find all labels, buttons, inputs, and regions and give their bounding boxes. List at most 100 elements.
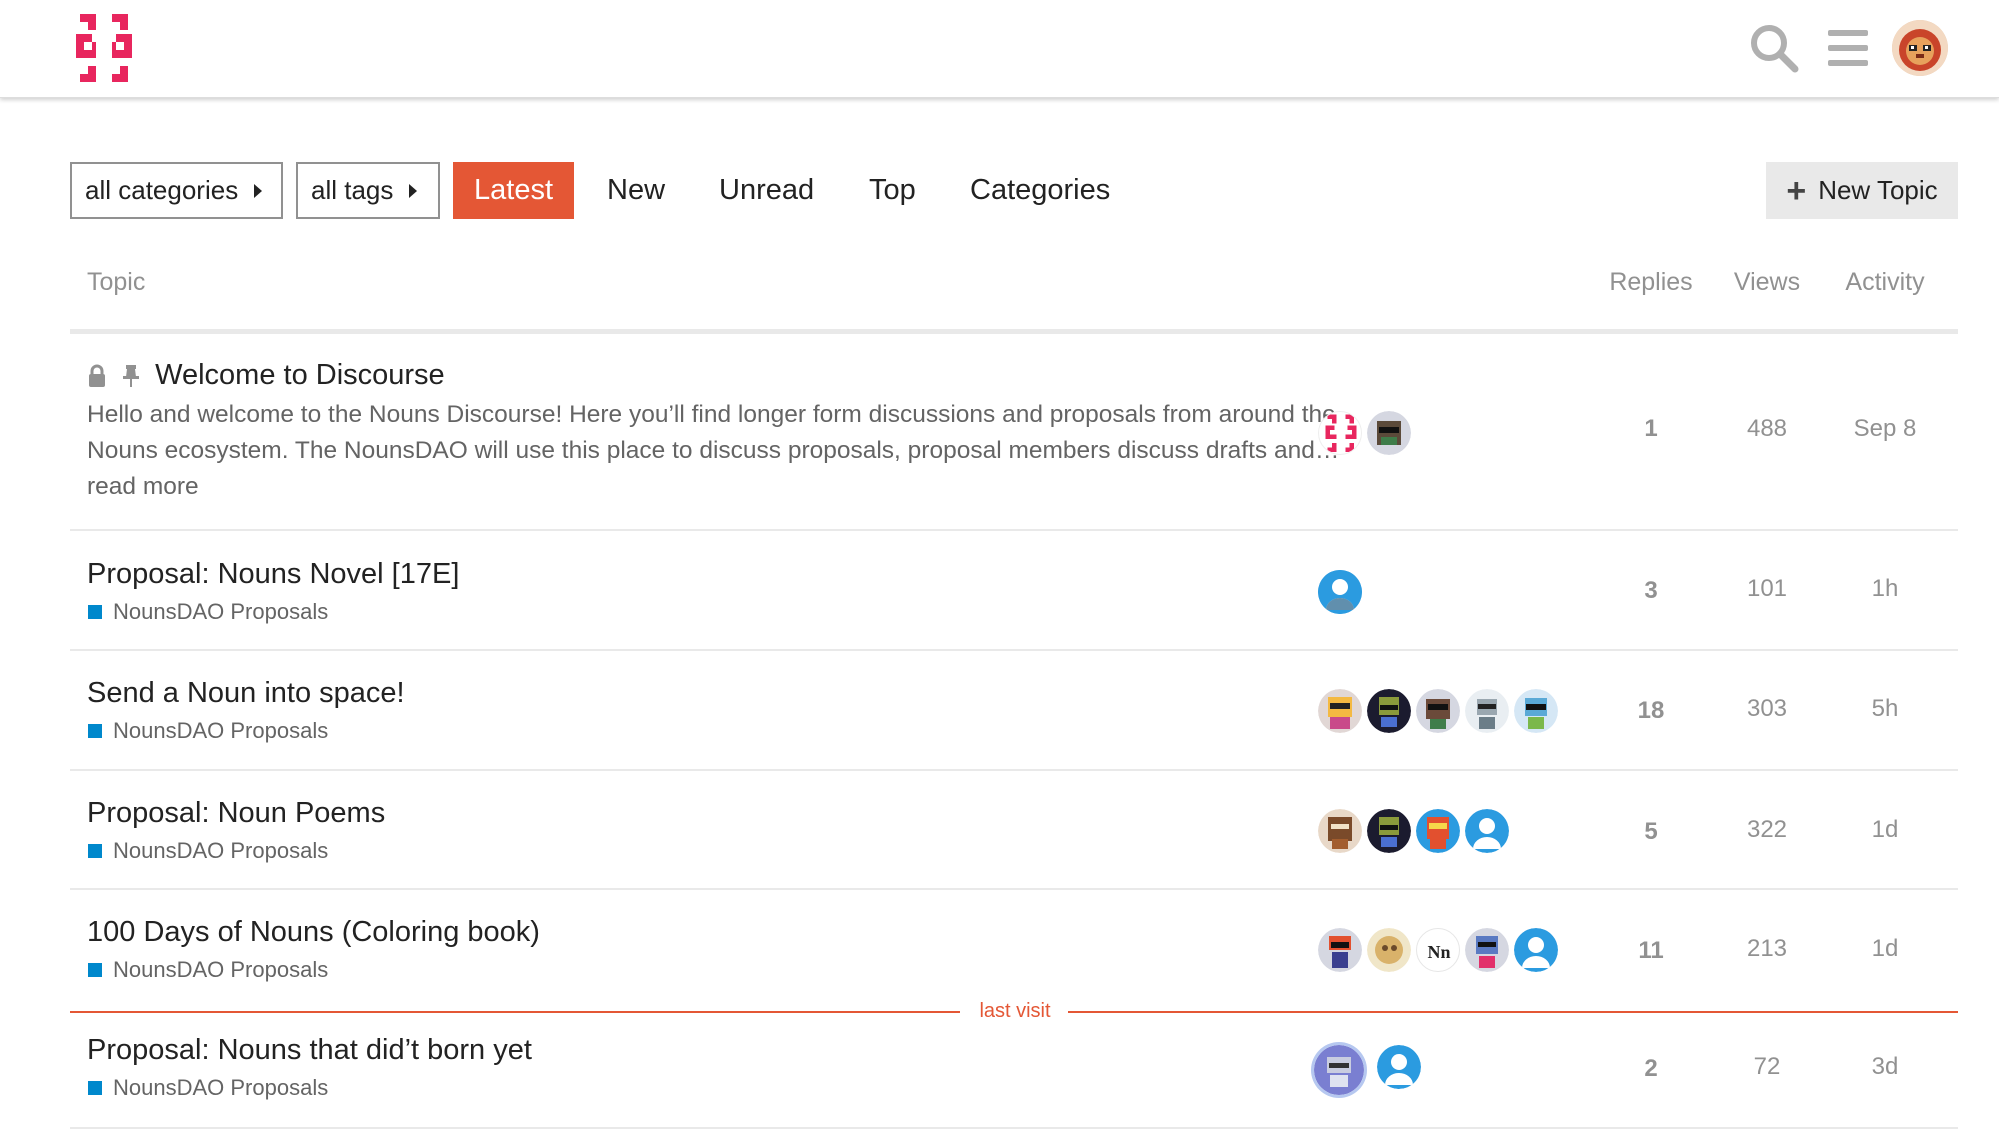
topic-activity[interactable]: 5h (1830, 695, 1940, 723)
new-topic-label: New Topic (1818, 175, 1938, 205)
topic-activity[interactable]: Sep 8 (1830, 415, 1940, 443)
tab-unread[interactable]: Unread (719, 162, 814, 219)
topic-list-header: Topic Replies Views Activity (70, 258, 1958, 334)
topic-activity[interactable]: 3d (1830, 1053, 1940, 1081)
topic-posters (1318, 689, 1563, 733)
site-logo[interactable] (76, 14, 132, 82)
new-topic-button[interactable]: + New Topic (1766, 162, 1958, 219)
topic-category[interactable]: NounsDAO Proposals (88, 599, 328, 625)
category-name: NounsDAO Proposals (113, 599, 329, 624)
tab-top[interactable]: Top (869, 162, 916, 219)
poster-avatar[interactable] (1465, 928, 1509, 972)
topic-posters (1318, 411, 1416, 455)
topic-category[interactable]: NounsDAO Proposals (88, 718, 328, 744)
topic-row: Welcome to Discourse Hello and welcome t… (70, 339, 1958, 531)
poster-avatar[interactable] (1465, 809, 1509, 853)
tag-dropdown[interactable]: all tags (296, 162, 440, 219)
divider-line (1068, 1011, 1958, 1013)
topic-excerpt-text: Hello and welcome to the Nouns Discourse… (87, 401, 1340, 464)
poster-avatar[interactable] (1416, 809, 1460, 853)
tab-new[interactable]: New (607, 162, 665, 219)
column-header-topic: Topic (87, 268, 146, 296)
category-name: NounsDAO Proposals (113, 718, 329, 743)
topic-replies[interactable]: 1 (1595, 415, 1707, 443)
poster-avatar[interactable] (1318, 809, 1362, 853)
caret-right-icon (254, 183, 263, 198)
poster-avatar[interactable] (1367, 928, 1411, 972)
poster-avatar[interactable] (1318, 928, 1362, 972)
read-more-link[interactable]: read more (87, 473, 199, 500)
poster-avatar[interactable] (1514, 928, 1558, 972)
last-visit-divider: last visit (70, 1000, 1958, 1025)
category-color-swatch (88, 1081, 102, 1095)
column-header-views[interactable]: Views (1717, 268, 1817, 297)
topic-list-nav: all categories all tags Latest New Unrea… (0, 162, 1999, 220)
site-header (0, 0, 1999, 98)
poster-avatar[interactable] (1318, 570, 1362, 614)
category-color-swatch (88, 963, 102, 977)
topic-title-wrap: Welcome to Discourse (87, 359, 445, 392)
poster-avatar[interactable] (1514, 689, 1558, 733)
category-name: NounsDAO Proposals (113, 838, 329, 863)
poster-avatar[interactable] (1318, 411, 1362, 455)
topic-replies[interactable]: 18 (1595, 697, 1707, 725)
tab-categories[interactable]: Categories (970, 162, 1110, 219)
topic-views: 101 (1746, 575, 1788, 602)
topic-category[interactable]: NounsDAO Proposals (88, 957, 328, 983)
poster-avatar[interactable] (1377, 1045, 1421, 1089)
category-dropdown-label: all categories (85, 175, 239, 205)
topic-title[interactable]: Proposal: Noun Poems (87, 797, 385, 830)
topic-posters: Nn (1318, 928, 1563, 972)
poster-avatar[interactable] (1318, 689, 1362, 733)
tag-dropdown-label: all tags (311, 175, 394, 205)
caret-right-icon (409, 183, 418, 198)
pin-icon (121, 364, 141, 388)
poster-avatar[interactable]: Nn (1416, 928, 1460, 972)
divider-line (70, 1011, 960, 1013)
category-color-swatch (88, 724, 102, 738)
svg-text:Nn: Nn (1427, 942, 1450, 962)
topic-posters (1314, 1045, 1426, 1095)
category-dropdown[interactable]: all categories (70, 162, 283, 219)
topic-title[interactable]: Send a Noun into space! (87, 677, 405, 710)
last-visit-label: last visit (979, 1000, 1051, 1022)
topic-activity[interactable]: 1d (1830, 816, 1940, 844)
category-color-swatch (88, 605, 102, 619)
topic-row: Proposal: Nouns that did’t born yet Noun… (70, 1025, 1958, 1129)
column-header-activity[interactable]: Activity (1830, 268, 1940, 297)
poster-avatar[interactable] (1367, 809, 1411, 853)
plus-icon: + (1786, 171, 1807, 210)
search-icon[interactable] (1748, 22, 1800, 74)
hamburger-menu-icon[interactable] (1822, 22, 1874, 74)
topic-row: 100 Days of Nouns (Coloring book) NounsD… (70, 890, 1958, 1011)
poster-avatar[interactable] (1465, 689, 1509, 733)
topic-views: 322 (1746, 816, 1788, 843)
topic-views: 303 (1746, 695, 1788, 722)
topic-replies[interactable]: 2 (1595, 1055, 1707, 1083)
topic-replies[interactable]: 11 (1595, 937, 1707, 965)
poster-avatar[interactable] (1416, 689, 1460, 733)
topic-title[interactable]: 100 Days of Nouns (Coloring book) (87, 916, 540, 949)
topic-views: 72 (1753, 1053, 1781, 1080)
topic-title[interactable]: Proposal: Nouns Novel [17E] (87, 558, 459, 591)
column-header-replies[interactable]: Replies (1595, 268, 1707, 297)
topic-category[interactable]: NounsDAO Proposals (88, 838, 328, 864)
topic-posters (1318, 570, 1367, 614)
user-avatar[interactable] (1892, 20, 1948, 76)
topic-replies[interactable]: 5 (1595, 818, 1707, 846)
topic-row: Proposal: Noun Poems NounsDAO Proposals … (70, 771, 1958, 890)
topic-category[interactable]: NounsDAO Proposals (88, 1075, 328, 1101)
topic-excerpt: Hello and welcome to the Nouns Discourse… (87, 397, 1347, 505)
tab-latest[interactable]: Latest (453, 162, 574, 219)
topic-title[interactable]: Proposal: Nouns that did’t born yet (87, 1034, 532, 1067)
topic-activity[interactable]: 1d (1830, 935, 1940, 963)
topic-replies[interactable]: 3 (1595, 577, 1707, 605)
lock-icon (87, 364, 107, 388)
topic-title[interactable]: Welcome to Discourse (155, 359, 445, 391)
topic-row: Proposal: Nouns Novel [17E] NounsDAO Pro… (70, 531, 1958, 651)
poster-avatar[interactable] (1367, 689, 1411, 733)
poster-avatar[interactable] (1367, 411, 1411, 455)
topic-posters (1318, 809, 1514, 853)
poster-avatar[interactable] (1314, 1045, 1364, 1095)
topic-activity[interactable]: 1h (1830, 575, 1940, 603)
